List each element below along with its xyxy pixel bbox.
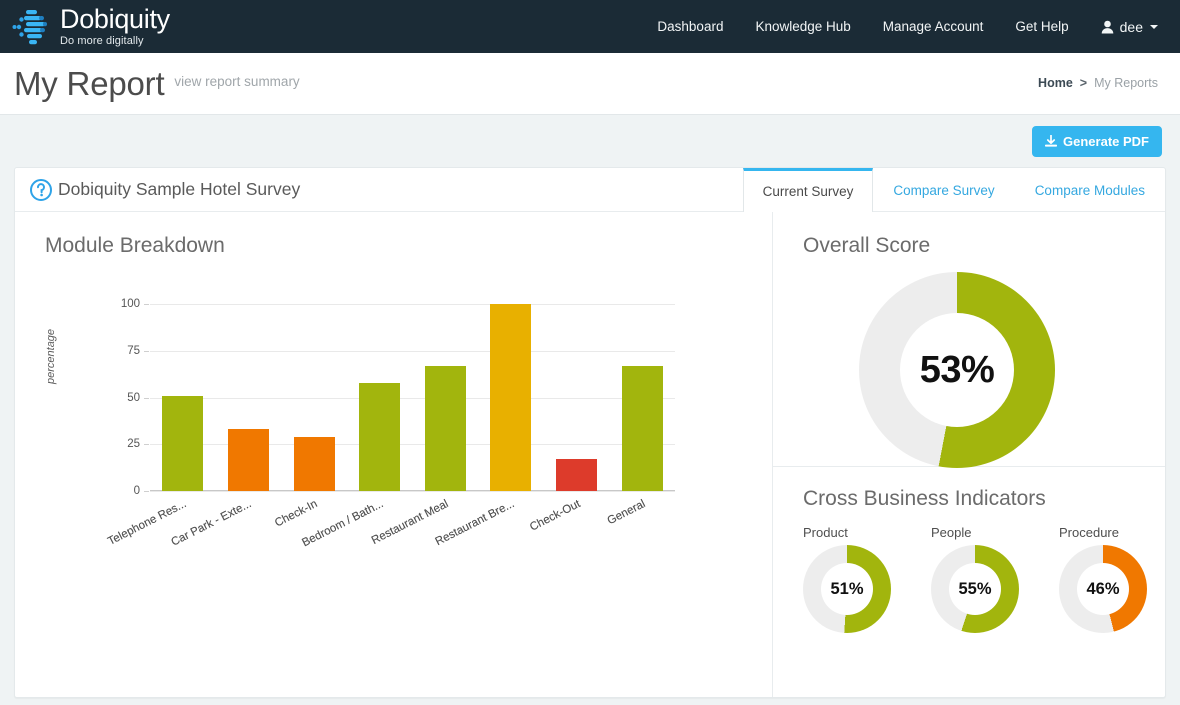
chart-bar-cell: [544, 304, 610, 491]
page-header: My Report view report summary Home > My …: [0, 53, 1180, 115]
chart-bar[interactable]: [293, 436, 335, 491]
y-axis-tick-label: 100: [120, 298, 140, 310]
y-axis-tick-label: 50: [127, 391, 140, 404]
cbi-indicator: Procedure 46%: [1059, 525, 1147, 633]
chart-plot-area: 0 25 50 75 100: [121, 298, 675, 497]
chart-bar-cell: [347, 304, 413, 491]
chart-bar-cell: [413, 304, 479, 491]
overall-score-section: Overall Score 53%: [773, 212, 1165, 468]
cbi-indicator-center: 55%: [949, 563, 1001, 615]
chart-bar[interactable]: [490, 304, 532, 491]
nav-item-manage-account[interactable]: Manage Account: [883, 19, 984, 34]
nav-item-get-help[interactable]: Get Help: [1015, 19, 1068, 34]
card-body: Module Breakdown percentage 0 25 50 75 100 T…: [15, 212, 1165, 697]
y-axis-label: percentage: [45, 328, 57, 384]
report-tabs: Current Survey Compare Survey Compare Mo…: [742, 168, 1165, 212]
chart-bar-cell: [281, 304, 347, 491]
chart-bar[interactable]: [556, 459, 598, 491]
cbi-indicator-label: Procedure: [1059, 525, 1119, 540]
action-bar: Generate PDF: [0, 115, 1180, 167]
y-axis-tickmark: [144, 350, 149, 352]
nav-item-knowledge-hub[interactable]: Knowledge Hub: [755, 19, 850, 34]
module-breakdown-panel: Module Breakdown percentage 0 25 50 75 100 T…: [15, 212, 773, 697]
scores-panel: Overall Score 53% Cross Business Indicat…: [773, 212, 1165, 697]
tab-label: Compare Survey: [893, 182, 995, 198]
cbi-indicator-center: 51%: [821, 563, 873, 615]
cbi-indicator-center: 46%: [1077, 563, 1129, 615]
chart-bar-cell: [478, 304, 544, 491]
x-axis-label-cell: Car Park - Exte...: [170, 492, 282, 552]
cbi-indicator: Product 51%: [803, 525, 891, 633]
chart-bar-cell: [609, 304, 675, 491]
chart-bar[interactable]: [359, 382, 401, 491]
chart-bar[interactable]: [227, 429, 269, 491]
nav-item-dashboard[interactable]: Dashboard: [657, 19, 723, 34]
overall-score-value: 53%: [919, 348, 995, 391]
y-axis-tickmark: [144, 397, 149, 399]
generate-pdf-label: Generate PDF: [1063, 133, 1149, 149]
y-axis-tickmark: [144, 444, 149, 446]
page-title: My Report: [14, 64, 165, 102]
cbi-indicator-donut: 55%: [931, 545, 1019, 633]
overall-score-heading: Overall Score: [803, 234, 931, 257]
generate-pdf-button[interactable]: Generate PDF: [1032, 125, 1162, 157]
question-circle-icon: [29, 178, 53, 202]
cbi-heading: Cross Business Indicators: [803, 487, 1046, 510]
x-axis-label-cell: Check-Out: [528, 492, 610, 552]
tab-label: Current Survey: [762, 184, 854, 199]
overall-score-center: 53%: [900, 313, 1014, 427]
user-icon: [1101, 20, 1114, 34]
y-axis-tickmark: [144, 491, 149, 492]
main-nav: Dashboard Knowledge Hub Manage Account G…: [657, 19, 1158, 35]
cbi-indicator-donut: 46%: [1059, 545, 1147, 633]
chevron-down-icon: [1150, 24, 1158, 29]
chart-bars: [150, 304, 675, 491]
report-card: Dobiquity Sample Hotel Survey Current Su…: [14, 167, 1166, 698]
y-axis-tickmark: [144, 304, 149, 305]
brand-tagline: Do more digitally: [60, 35, 144, 47]
top-navigation-bar: Dobiquity Do more digitally Dashboard Kn…: [0, 0, 1180, 53]
x-axis-label-cell: General: [605, 492, 675, 552]
y-axis-tick-label: 0: [133, 485, 140, 497]
tab-label: Compare Modules: [1034, 182, 1145, 198]
cbi-indicator-label: People: [931, 525, 972, 540]
user-menu[interactable]: dee: [1101, 19, 1158, 35]
breadcrumb-home[interactable]: Home: [1038, 76, 1073, 90]
user-name: dee: [1119, 18, 1143, 35]
chart-bar[interactable]: [162, 395, 204, 491]
cbi-indicator-label: Product: [803, 525, 848, 540]
cbi-indicator-donut: 51%: [803, 545, 891, 633]
dobiquity-logo-icon: [10, 6, 54, 48]
x-axis-labels: Telephone Res... Car Park - Exte... Check-…: [106, 492, 675, 552]
cross-business-indicators-section: Cross Business Indicators Product 51% Peop…: [773, 467, 1165, 633]
chart-bar[interactable]: [621, 365, 663, 491]
cbi-indicator-value: 51%: [830, 579, 864, 598]
cbi-indicator-value: 55%: [958, 579, 992, 598]
cbi-donut-row: Product 51% People 55% Procedure 46%: [803, 525, 1165, 633]
breadcrumb-separator: >: [1079, 75, 1088, 90]
download-icon: [1045, 134, 1058, 148]
module-breakdown-heading: Module Breakdown: [45, 234, 225, 257]
tab-compare-modules[interactable]: Compare Modules: [1015, 168, 1165, 211]
page-subtitle: view report summary: [174, 74, 300, 89]
y-axis-tick-label: 25: [127, 438, 140, 451]
x-axis-tick-label: General: [605, 498, 648, 528]
brand-name: Dobiquity: [60, 4, 170, 34]
overall-score-donut: 53%: [859, 272, 1055, 468]
cbi-indicator-value: 46%: [1086, 579, 1120, 598]
chart-bar-cell: [216, 304, 282, 491]
tab-compare-survey[interactable]: Compare Survey: [873, 168, 1014, 211]
brand-logo[interactable]: Dobiquity Do more digitally: [10, 6, 170, 48]
chart-bar-cell: [150, 304, 216, 491]
survey-title: Dobiquity Sample Hotel Survey: [15, 168, 743, 211]
breadcrumb-current: My Reports: [1094, 75, 1158, 90]
breadcrumb: Home > My Reports: [1038, 76, 1158, 92]
y-axis-tick-label: 75: [127, 344, 140, 357]
cbi-indicator: People 55%: [931, 525, 1019, 633]
survey-title-text: Dobiquity Sample Hotel Survey: [58, 179, 301, 199]
tab-current-survey[interactable]: Current Survey: [742, 168, 874, 212]
chart-bar[interactable]: [424, 365, 466, 491]
module-breakdown-chart: percentage 0 25 50 75 100 Telephone Res... Ca…: [45, 292, 735, 552]
card-header: Dobiquity Sample Hotel Survey Current Su…: [15, 168, 1165, 212]
